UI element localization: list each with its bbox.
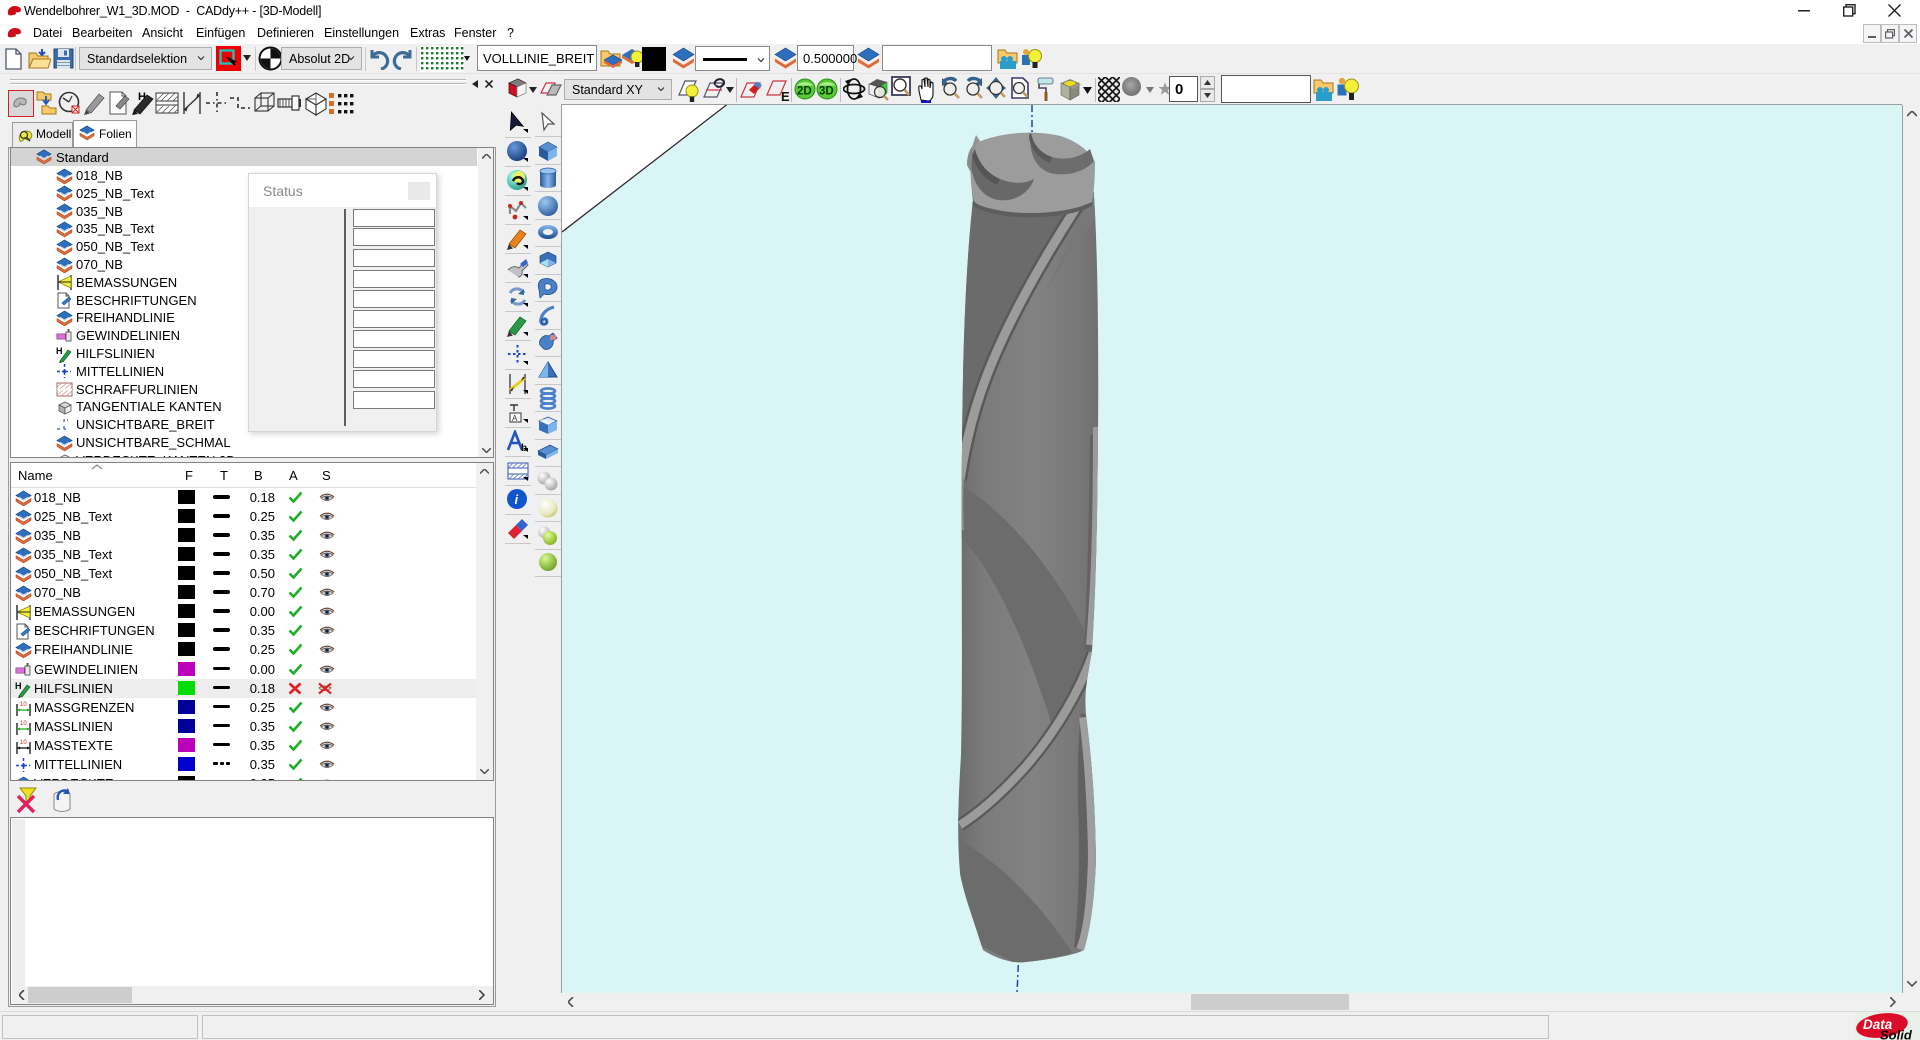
svg-text:A: A bbox=[512, 414, 518, 423]
svg-text:E: E bbox=[781, 89, 790, 103]
svg-text:H: H bbox=[56, 346, 63, 356]
svg-text:3D: 3D bbox=[819, 86, 834, 98]
svg-text:Solid: Solid bbox=[1880, 1028, 1913, 1040]
svg-text:2D: 2D bbox=[797, 86, 812, 98]
svg-text:i: i bbox=[515, 492, 519, 507]
svg-text:H: H bbox=[15, 681, 22, 691]
svg-text:10: 10 bbox=[20, 740, 27, 746]
svg-text:10: 10 bbox=[20, 702, 27, 708]
svg-text:10: 10 bbox=[20, 721, 27, 727]
